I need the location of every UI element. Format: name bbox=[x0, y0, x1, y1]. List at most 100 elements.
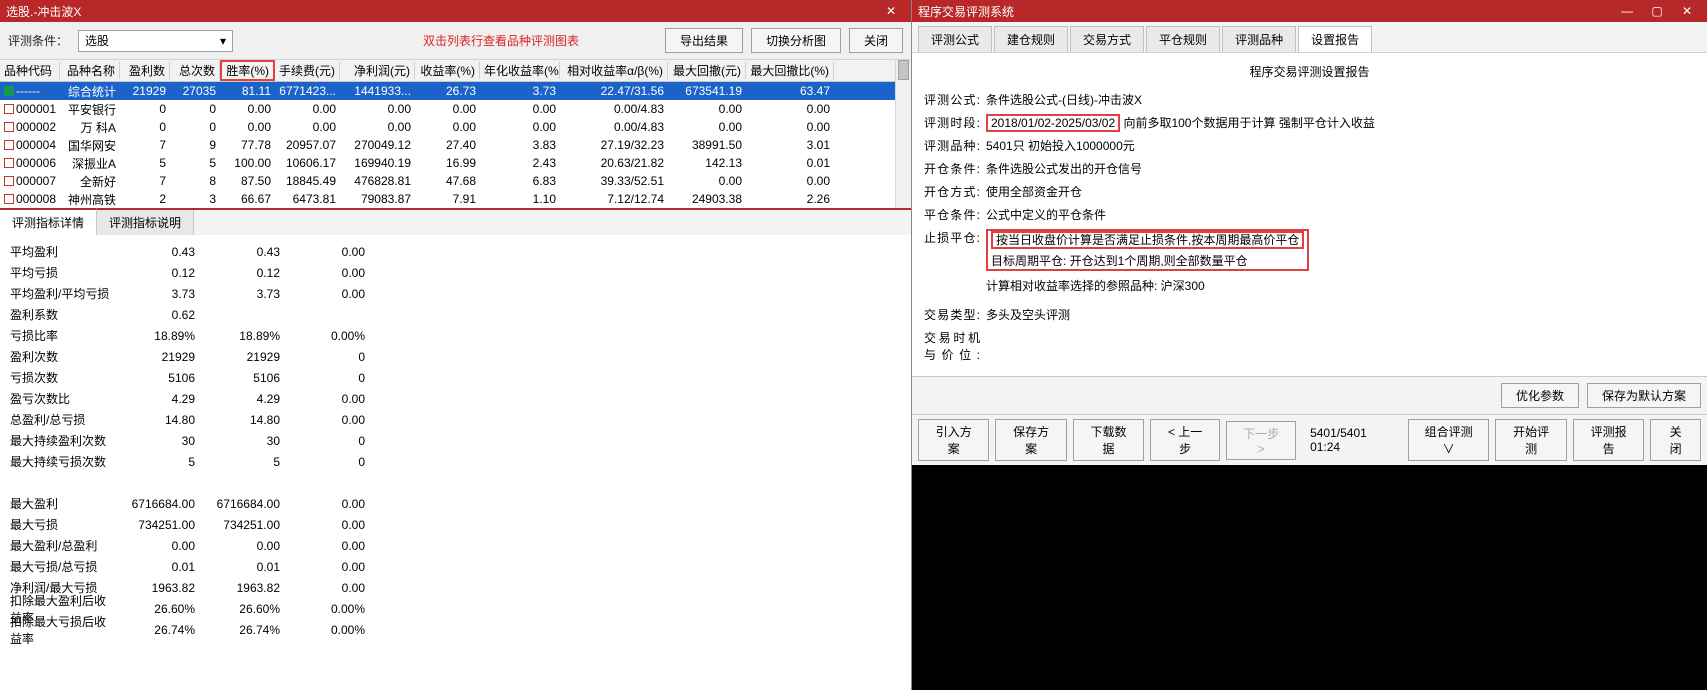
metric-row: 亏损次数510651060 bbox=[10, 367, 901, 388]
right-panel: 程序交易评测系统 — ▢ ✕ 评测公式建仓规则交易方式平仓规则评测品种设置报告 … bbox=[912, 0, 1707, 690]
table-scrollbar[interactable] bbox=[895, 60, 911, 208]
right-tab[interactable]: 评测品种 bbox=[1222, 26, 1296, 52]
table-header[interactable]: 最大回撤(元) bbox=[668, 62, 746, 79]
export-button[interactable]: 导出结果 bbox=[665, 28, 743, 53]
right-title: 程序交易评测系统 bbox=[918, 3, 1014, 20]
table-row[interactable]: ------综合统计219292703581.116771423...14419… bbox=[0, 82, 895, 100]
right-tab[interactable]: 交易方式 bbox=[1070, 26, 1144, 52]
row-marker-icon bbox=[4, 158, 14, 168]
start-eval-button[interactable]: 开始评测 bbox=[1495, 419, 1566, 461]
metric-row: 最大持续盈利次数30300 bbox=[10, 430, 901, 451]
metric-row: 净利润/最大亏损1963.821963.820.00 bbox=[10, 577, 901, 598]
table-row[interactable]: 000007全新好7887.5018845.49476828.8147.686.… bbox=[0, 172, 895, 190]
table-header[interactable]: 总次数 bbox=[170, 62, 220, 79]
report-row: 止损平仓:按当日收盘价计算是否满足止损条件,按本周期最高价平仓目标周期平仓: 开… bbox=[924, 226, 1695, 274]
right-tab[interactable]: 评测公式 bbox=[918, 26, 992, 52]
left-titlebar: 选股.-冲击波X ✕ bbox=[0, 0, 911, 22]
right-tab[interactable]: 建仓规则 bbox=[994, 26, 1068, 52]
bottom-bar: 引入方案 保存方案 下载数据 < 上一步 下一步 > 5401/5401 01:… bbox=[912, 414, 1707, 465]
report-row: 交易类型:多头及空头评测 bbox=[924, 303, 1695, 326]
table-header[interactable]: 手续费(元) bbox=[275, 62, 340, 79]
metric-row: 盈利系数0.62 bbox=[10, 304, 901, 325]
table-header[interactable]: 品种名称 bbox=[60, 62, 120, 79]
table-header[interactable]: 品种代码 bbox=[0, 62, 60, 79]
metric-row: 总盈利/总亏损14.8014.800.00 bbox=[10, 409, 901, 430]
tab-metrics-detail[interactable]: 评测指标详情 bbox=[0, 208, 97, 235]
metric-row: 平均盈利0.430.430.00 bbox=[10, 241, 901, 262]
prev-button[interactable]: < 上一步 bbox=[1150, 419, 1220, 461]
report-footer: 优化参数 保存为默认方案 bbox=[912, 376, 1707, 414]
table-hint: 双击列表行查看品种评测图表 bbox=[423, 32, 579, 49]
metric-row: 最大盈利/总盈利0.000.000.00 bbox=[10, 535, 901, 556]
condition-label: 评测条件： bbox=[8, 32, 68, 49]
table-header[interactable]: 净利润(元) bbox=[340, 62, 415, 79]
table-header[interactable]: 最大回撤比(%) bbox=[746, 62, 834, 79]
left-toolbar: 评测条件： 选股 ▾ 双击列表行查看品种评测图表 导出结果 切换分析图 关闭 bbox=[0, 22, 911, 60]
metric-row: 扣除最大亏损后收益率26.74%26.74%0.00% bbox=[10, 619, 901, 640]
metric-row: 最大亏损/总亏损0.010.010.00 bbox=[10, 556, 901, 577]
import-button[interactable]: 引入方案 bbox=[918, 419, 989, 461]
table-row[interactable]: 000006深振业A55100.0010606.17169940.1916.99… bbox=[0, 154, 895, 172]
table-header[interactable]: 年化收益率(%) bbox=[480, 62, 560, 79]
left-title: 选股.-冲击波X bbox=[6, 3, 81, 20]
metric-row: 盈亏次数比4.294.290.00 bbox=[10, 388, 901, 409]
table-header[interactable]: 胜率(%) bbox=[220, 60, 275, 81]
metric-row: 亏损比率18.89%18.89%0.00% bbox=[10, 325, 901, 346]
right-tabs: 评测公式建仓规则交易方式平仓规则评测品种设置报告 bbox=[912, 22, 1707, 53]
left-panel: 选股.-冲击波X ✕ 评测条件： 选股 ▾ 双击列表行查看品种评测图表 导出结果… bbox=[0, 0, 912, 690]
row-marker-icon bbox=[4, 140, 14, 150]
close-icon[interactable]: ✕ bbox=[877, 2, 905, 20]
report-heading: 程序交易评测设置报告 bbox=[924, 63, 1695, 80]
metric-row: 最大盈利6716684.006716684.000.00 bbox=[10, 493, 901, 514]
tab-metrics-explain[interactable]: 评测指标说明 bbox=[97, 210, 194, 235]
table-header[interactable]: 相对收益率α/β(%) bbox=[560, 62, 668, 79]
table-row[interactable]: 000001平安银行000.000.000.000.000.000.00/4.8… bbox=[0, 100, 895, 118]
metric-row: 扣除最大盈利后收益率26.60%26.60%0.00% bbox=[10, 598, 901, 619]
metric-row: 平均盈利/平均亏损3.733.730.00 bbox=[10, 283, 901, 304]
table-row[interactable]: 000002万 科A000.000.000.000.000.000.00/4.8… bbox=[0, 118, 895, 136]
report-row: 评测公式:条件选股公式-(日线)-冲击波X bbox=[924, 88, 1695, 111]
table-header-row: 品种代码品种名称盈利数总次数胜率(%)手续费(元)净利润(元)收益率(%)年化收… bbox=[0, 60, 895, 82]
save-plan-button[interactable]: 保存方案 bbox=[995, 419, 1066, 461]
condition-select[interactable]: 选股 ▾ bbox=[78, 30, 233, 52]
table-header[interactable]: 盈利数 bbox=[120, 62, 170, 79]
download-button[interactable]: 下载数据 bbox=[1073, 419, 1144, 461]
chevron-down-icon: ▾ bbox=[220, 34, 226, 48]
next-button[interactable]: 下一步 > bbox=[1226, 421, 1296, 460]
row-marker-icon bbox=[4, 194, 14, 204]
metrics-tabs: 评测指标详情 评测指标说明 bbox=[0, 208, 911, 235]
right-titlebar: 程序交易评测系统 — ▢ ✕ bbox=[912, 0, 1707, 22]
report-row: 开仓方式:使用全部资金开仓 bbox=[924, 180, 1695, 203]
close-icon[interactable]: ✕ bbox=[1673, 2, 1701, 20]
report-body: 程序交易评测设置报告 评测公式:条件选股公式-(日线)-冲击波X评测时段:201… bbox=[912, 53, 1707, 376]
metric-row: 最大亏损734251.00734251.000.00 bbox=[10, 514, 901, 535]
combo-eval-button[interactable]: 组合评测∨ bbox=[1408, 419, 1490, 461]
row-marker-icon bbox=[4, 104, 14, 114]
table-header[interactable]: 收益率(%) bbox=[415, 62, 480, 79]
main-table: 品种代码品种名称盈利数总次数胜率(%)手续费(元)净利润(元)收益率(%)年化收… bbox=[0, 60, 911, 208]
report-row: 开仓条件:条件选股公式发出的开仓信号 bbox=[924, 157, 1695, 180]
report-row: 计算相对收益率选择的参照品种: 沪深300 bbox=[924, 274, 1695, 297]
report-row: 交易时机与价位: bbox=[924, 326, 1695, 366]
right-tab[interactable]: 设置报告 bbox=[1298, 26, 1372, 52]
metrics-panel: 平均盈利0.430.430.00平均亏损0.120.120.00平均盈利/平均亏… bbox=[0, 235, 911, 690]
optimize-button[interactable]: 优化参数 bbox=[1501, 383, 1579, 408]
metric-row: 盈利次数21929219290 bbox=[10, 346, 901, 367]
progress-text: 5401/5401 01:24 bbox=[1310, 426, 1388, 454]
metric-row: 平均亏损0.120.120.00 bbox=[10, 262, 901, 283]
report-row: 评测时段:2018/01/02-2025/03/02 向前多取100个数据用于计… bbox=[924, 111, 1695, 134]
maximize-icon[interactable]: ▢ bbox=[1643, 2, 1671, 20]
switch-chart-button[interactable]: 切换分析图 bbox=[751, 28, 841, 53]
report-row: 平仓条件:公式中定义的平仓条件 bbox=[924, 203, 1695, 226]
report-row: 评测品种:5401只 初始投入1000000元 bbox=[924, 134, 1695, 157]
save-default-button[interactable]: 保存为默认方案 bbox=[1587, 383, 1701, 408]
row-marker-icon bbox=[4, 176, 14, 186]
close-button[interactable]: 关闭 bbox=[849, 28, 903, 53]
right-tab[interactable]: 平仓规则 bbox=[1146, 26, 1220, 52]
metric-row bbox=[10, 472, 901, 493]
close-button[interactable]: 关闭 bbox=[1650, 419, 1701, 461]
table-row[interactable]: 000004国华网安7977.7820957.07270049.1227.403… bbox=[0, 136, 895, 154]
minimize-icon[interactable]: — bbox=[1613, 2, 1641, 20]
report-button[interactable]: 评测报告 bbox=[1573, 419, 1644, 461]
table-row[interactable]: 000008神州高铁2366.676473.8179083.877.911.10… bbox=[0, 190, 895, 208]
